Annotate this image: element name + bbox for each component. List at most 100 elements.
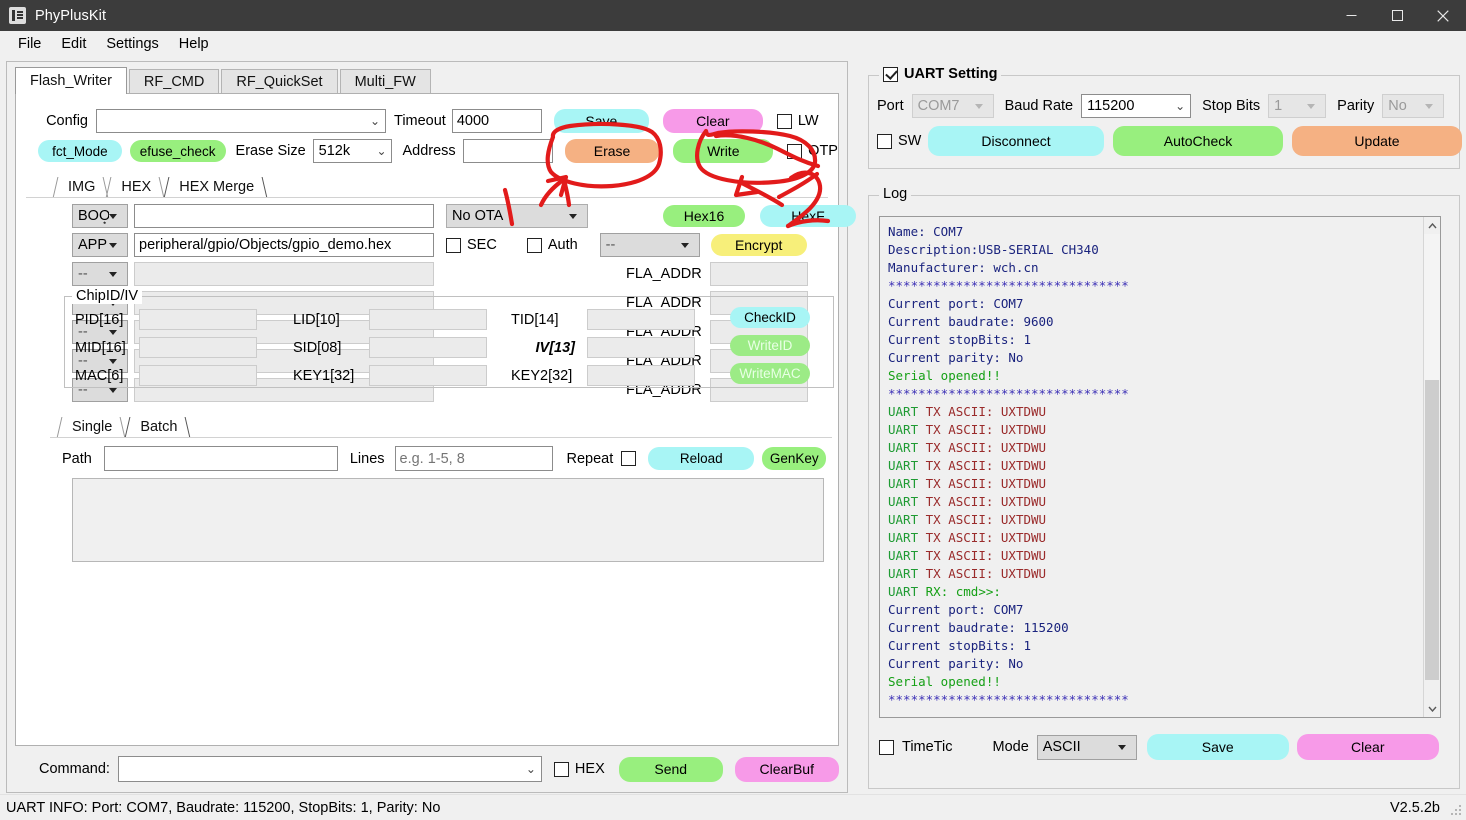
update-button[interactable]: Update xyxy=(1292,126,1462,156)
tab-hex-merge[interactable]: HEX Merge xyxy=(163,177,268,198)
otp-checkbox[interactable] xyxy=(787,143,803,159)
hex-row-path-input[interactable] xyxy=(134,233,434,257)
chipid-field-input[interactable] xyxy=(369,365,487,386)
close-button[interactable] xyxy=(1420,0,1466,31)
menu-edit[interactable]: Edit xyxy=(51,33,96,55)
encrypt-button[interactable]: Encrypt xyxy=(710,234,807,256)
timeout-input[interactable] xyxy=(451,109,542,133)
tab-multi-fw[interactable]: Multi_FW xyxy=(339,69,431,94)
genkey-button[interactable]: GenKey xyxy=(762,447,827,470)
disconnect-button[interactable]: Disconnect xyxy=(928,126,1104,156)
autocheck-button[interactable]: AutoCheck xyxy=(1113,126,1283,156)
scroll-track[interactable] xyxy=(1424,234,1440,380)
chipid-field-input[interactable] xyxy=(369,309,487,330)
send-button[interactable]: Send xyxy=(618,756,723,782)
chipid-field-input[interactable] xyxy=(587,337,695,358)
save-config-button[interactable]: Save xyxy=(553,109,649,133)
write-id-button[interactable]: WriteID xyxy=(730,335,810,356)
resize-grip-icon[interactable] xyxy=(1449,803,1463,817)
baud-rate-select[interactable]: 115200 ⌄ xyxy=(1081,94,1192,118)
chevron-down-icon xyxy=(680,242,697,248)
hex-checkbox[interactable] xyxy=(553,761,569,777)
log-line: UART TX ASCII: UXTDWU xyxy=(888,421,1419,439)
hex-row-path-input[interactable] xyxy=(134,204,434,228)
chipid-field-label: MAC[6] xyxy=(75,367,124,384)
hex-tab-strip: IMG HEX HEX Merge xyxy=(52,176,268,198)
menu-file[interactable]: File xyxy=(8,33,51,55)
hex-row-path-input[interactable] xyxy=(134,262,434,286)
tab-hex[interactable]: HEX xyxy=(105,177,165,198)
hex-row-type-select[interactable]: APP xyxy=(72,233,128,257)
log-line: Current parity: No xyxy=(888,656,1024,671)
scroll-up-button[interactable] xyxy=(1424,217,1440,234)
log-line: Manufacturer: wch.cn xyxy=(888,260,1039,275)
batch-textarea[interactable] xyxy=(72,478,824,562)
parity-select[interactable]: No xyxy=(1382,94,1445,118)
path-input[interactable] xyxy=(103,446,338,471)
lines-input[interactable] xyxy=(394,446,553,471)
ota-select[interactable]: No OTA xyxy=(446,204,588,228)
menu-settings[interactable]: Settings xyxy=(96,33,168,55)
chipid-field: TID[14] xyxy=(511,309,695,330)
command-input[interactable]: ⌄ xyxy=(117,756,542,782)
scroll-down-button[interactable] xyxy=(1424,700,1440,717)
check-id-button[interactable]: CheckID xyxy=(730,307,810,328)
mode-select[interactable]: ASCII xyxy=(1036,734,1137,760)
write-mac-button[interactable]: WriteMAC xyxy=(730,363,810,384)
mode-label: Mode xyxy=(992,739,1029,755)
maximize-button[interactable] xyxy=(1374,0,1420,31)
fct-mode-pill[interactable]: fct_Mode xyxy=(38,140,122,162)
tab-rf-quickset[interactable]: RF_QuickSet xyxy=(221,69,338,94)
chipid-field-input[interactable] xyxy=(139,337,257,358)
fla-addr-input[interactable] xyxy=(709,262,808,286)
clearbuf-button[interactable]: ClearBuf xyxy=(734,756,839,782)
efuse-check-pill[interactable]: efuse_check xyxy=(129,140,226,162)
address-input[interactable] xyxy=(462,139,553,163)
chipid-group-title: ChipID/IV xyxy=(72,288,143,304)
stop-bits-select[interactable]: 1 xyxy=(1268,94,1327,118)
encrypt-select[interactable]: -- xyxy=(599,233,700,257)
hex-row-type-select[interactable]: -- xyxy=(72,262,128,286)
repeat-label: Repeat xyxy=(566,450,614,467)
batch-tab-strip: Single Batch xyxy=(56,416,191,438)
hexf-button[interactable]: HexF xyxy=(760,205,856,227)
log-scrollbar[interactable] xyxy=(1423,217,1440,717)
chevron-down-icon xyxy=(109,242,125,248)
lw-checkbox[interactable] xyxy=(776,113,792,129)
tab-single[interactable]: Single xyxy=(56,417,126,438)
uart-setting-checkbox[interactable] xyxy=(883,66,898,82)
auth-checkbox[interactable] xyxy=(526,237,542,253)
sec-label: SEC xyxy=(467,237,497,253)
hex-row-type-select[interactable]: BOO͙ xyxy=(72,204,128,228)
timetic-checkbox[interactable] xyxy=(879,739,894,755)
erase-size-select[interactable]: 512k ⌄ xyxy=(312,139,393,163)
version-label: V2.5.2b xyxy=(1390,799,1440,816)
sec-checkbox[interactable] xyxy=(446,237,461,253)
chipid-field-input[interactable] xyxy=(587,309,695,330)
scroll-thumb[interactable] xyxy=(1425,380,1439,680)
sec-auth-row: SEC Auth -- Encrypt xyxy=(446,233,807,257)
tab-batch[interactable]: Batch xyxy=(124,417,191,438)
menu-help[interactable]: Help xyxy=(169,33,219,55)
sw-checkbox[interactable] xyxy=(877,133,892,149)
hex16-button[interactable]: Hex16 xyxy=(663,205,745,227)
minimize-button[interactable] xyxy=(1328,0,1374,31)
log-clear-button[interactable]: Clear xyxy=(1296,734,1439,760)
repeat-checkbox[interactable] xyxy=(621,451,637,466)
chipid-field-input[interactable] xyxy=(587,365,695,386)
clear-config-button[interactable]: Clear xyxy=(662,109,763,133)
write-button[interactable]: Write xyxy=(673,139,774,163)
port-select[interactable]: COM7 xyxy=(911,94,994,118)
config-select[interactable]: ⌄ xyxy=(96,109,386,133)
tab-rf-cmd[interactable]: RF_CMD xyxy=(128,69,220,94)
tab-flash-writer[interactable]: Flash_Writer xyxy=(15,67,127,94)
chipid-field-input[interactable] xyxy=(369,337,487,358)
chipid-field-input[interactable] xyxy=(139,309,257,330)
log-save-button[interactable]: Save xyxy=(1146,734,1289,760)
erase-button[interactable]: Erase xyxy=(564,139,660,163)
chevron-down-icon: ⌄ xyxy=(376,143,387,158)
tab-img[interactable]: IMG xyxy=(52,177,109,198)
reload-button[interactable]: Reload xyxy=(648,447,755,470)
chipid-field-label: IV[13] xyxy=(535,339,576,356)
chipid-field-input[interactable] xyxy=(139,365,257,386)
